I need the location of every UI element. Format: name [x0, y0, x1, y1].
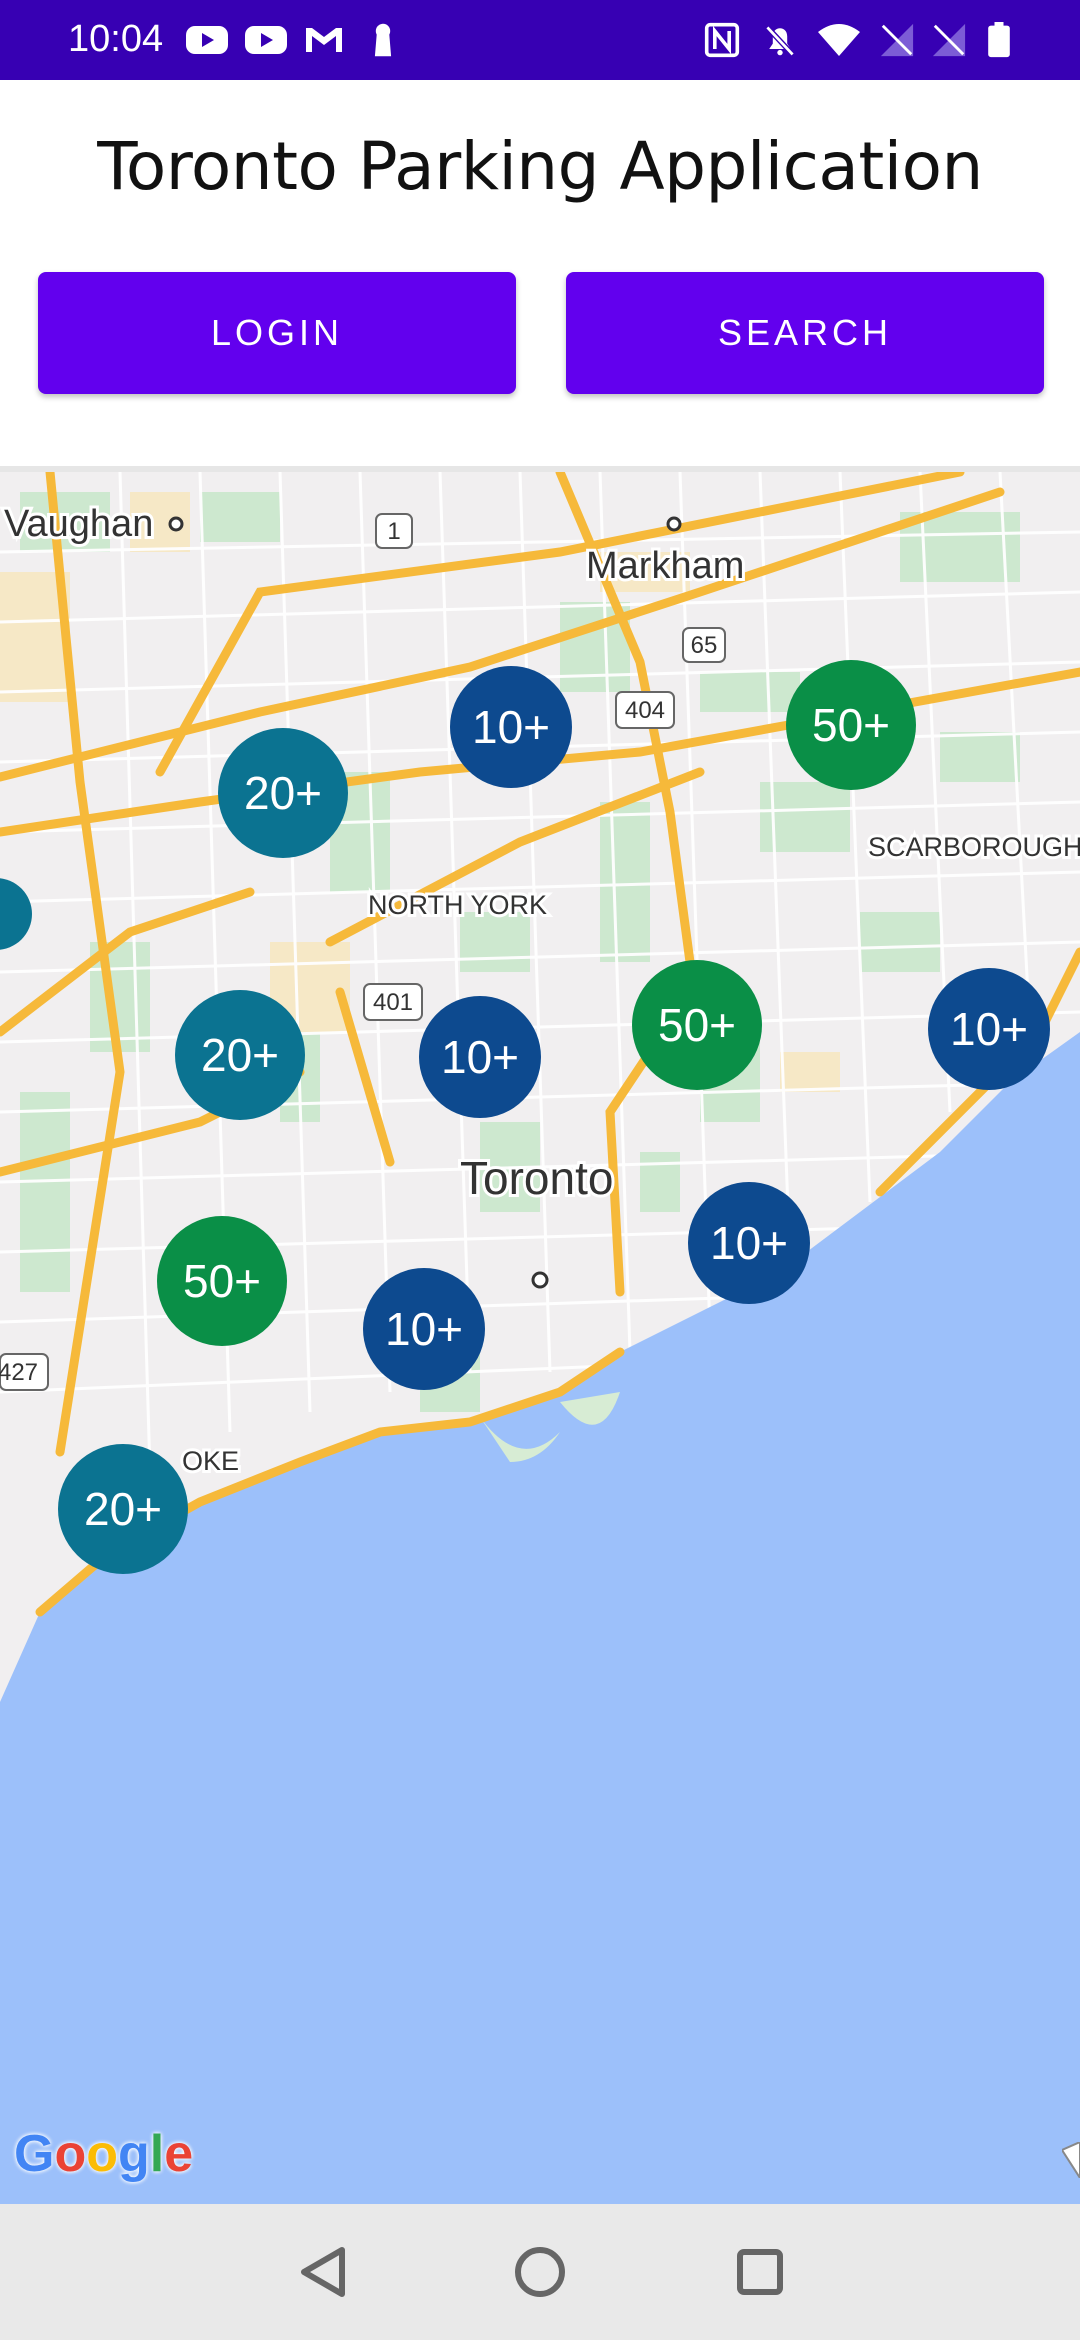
label-markham: Markham [586, 545, 744, 587]
login-button[interactable]: LOGIN [38, 272, 516, 394]
shield-1: 1 [387, 518, 400, 545]
cluster-marker[interactable]: 20+ [58, 1444, 188, 1574]
keyhole-icon [374, 23, 392, 57]
cluster-marker[interactable]: 10+ [688, 1182, 810, 1304]
cluster-marker[interactable]: 10+ [363, 1268, 485, 1390]
nfc-icon [704, 22, 740, 58]
label-scarborough: SCARBOROUGH [868, 832, 1080, 862]
shield-427: 427 [0, 1359, 38, 1386]
status-time: 10:04 [68, 18, 164, 60]
cluster-marker[interactable]: 50+ [632, 960, 762, 1090]
compass-icon[interactable] [1062, 2142, 1080, 2178]
youtube-icon [245, 26, 287, 54]
label-toronto: Toronto [460, 1152, 613, 1204]
youtube-icon [186, 26, 228, 54]
label-north-york: NORTH YORK [368, 890, 547, 920]
battery-icon [988, 22, 1010, 58]
cluster-marker[interactable]: 10+ [928, 968, 1050, 1090]
signal-icon [932, 23, 966, 57]
page-title: Toronto Parking Application [97, 128, 983, 205]
cluster-marker[interactable]: 20+ [175, 990, 305, 1120]
shield-65: 65 [691, 632, 718, 659]
home-icon[interactable] [504, 2236, 576, 2308]
shield-401: 401 [373, 989, 413, 1016]
cluster-marker[interactable]: 20+ [218, 728, 348, 858]
map-view[interactable]: 1 65 404 401 427 Vaughan Markham NORTH Y… [0, 472, 1080, 2204]
status-bar: 10:04 [0, 0, 1080, 80]
gmail-icon [306, 28, 342, 52]
back-icon[interactable] [288, 2236, 360, 2308]
shield-404: 404 [625, 697, 665, 724]
label-vaughan: Vaughan [4, 503, 153, 545]
system-nav-bar [0, 2204, 1080, 2340]
cluster-marker[interactable]: 50+ [786, 660, 916, 790]
signal-icon [880, 23, 914, 57]
search-button[interactable]: SEARCH [566, 272, 1044, 394]
cluster-marker[interactable]: 10+ [419, 996, 541, 1118]
cluster-marker[interactable]: 10+ [450, 666, 572, 788]
bell-off-icon [765, 25, 795, 57]
cluster-marker[interactable]: 50+ [157, 1216, 287, 1346]
label-etobicoke: OKE [182, 1446, 239, 1476]
google-logo: Google [14, 2125, 194, 2183]
wifi-icon [818, 24, 860, 56]
recents-icon[interactable] [724, 2236, 796, 2308]
